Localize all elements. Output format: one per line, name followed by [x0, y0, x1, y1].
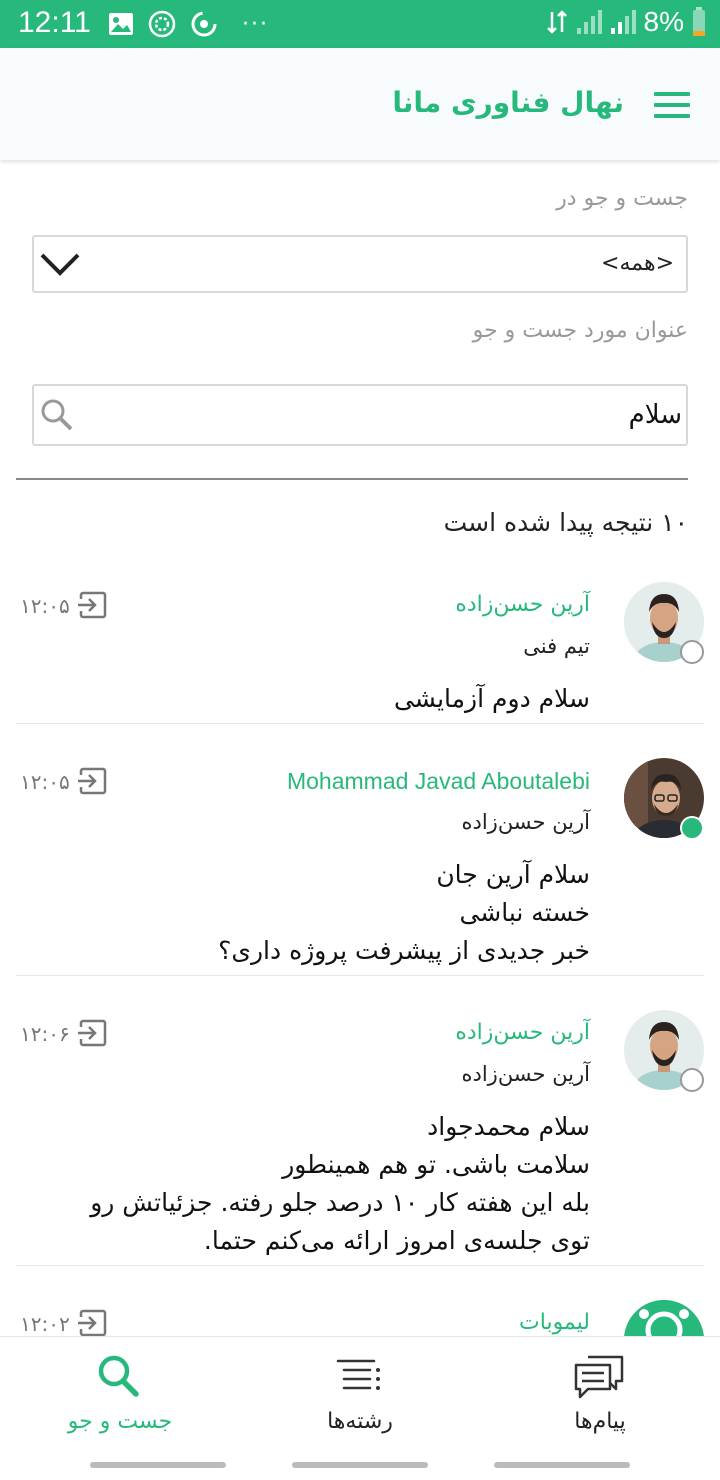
- status-bar: 12:11 ··· 8%: [0, 0, 720, 48]
- scope-select-value: <همه>: [601, 251, 674, 276]
- online-indicator: [680, 816, 704, 840]
- result-message: سلام محمدجواد سلامت باشی. تو هم همینطور …: [90, 1108, 590, 1260]
- divider: [16, 478, 688, 480]
- status-indicator: [680, 1068, 704, 1092]
- nav-threads-label: رشته‌ها: [327, 1409, 393, 1434]
- result-sender: Mohammad Javad Aboutalebi: [286, 768, 590, 794]
- battery-icon: [693, 7, 705, 36]
- result-sender: آرین حسن‌زاده: [455, 1020, 590, 1045]
- chevron-down-icon: [40, 253, 80, 276]
- result-subtitle: آرین حسن‌زاده: [461, 1062, 590, 1086]
- message-line: سلام محمدجواد: [427, 1112, 590, 1141]
- signal-icon-2: [610, 10, 636, 34]
- result-item[interactable]: لیموبات ۱۲:۰۲: [16, 1290, 704, 1336]
- image-icon: [109, 13, 133, 35]
- message-line: سلامت باشی. تو هم همینطور: [282, 1150, 590, 1179]
- sync-icon: [191, 11, 217, 37]
- go-to-message-icon[interactable]: [78, 1308, 108, 1336]
- data-arrows-icon: [546, 10, 567, 34]
- notification-icons: ···: [108, 10, 269, 38]
- bottom-navigation: جست و جو رشته‌ها پیام‌ها: [0, 1336, 720, 1450]
- nav-search[interactable]: جست و جو: [0, 1337, 240, 1451]
- search-input[interactable]: سلام: [32, 384, 688, 446]
- go-to-message-icon[interactable]: [78, 1018, 108, 1048]
- battery-percent: 8%: [643, 6, 684, 37]
- nav-threads[interactable]: رشته‌ها: [240, 1337, 480, 1451]
- result-item[interactable]: آرین حسن‌زاده آرین حسن‌زاده سلام محمدجوا…: [16, 1000, 704, 1266]
- signal-icon: [576, 10, 602, 34]
- nav-messages-label: پیام‌ها: [574, 1409, 626, 1434]
- app-bar: نهال فناوری مانا: [0, 48, 720, 160]
- result-sender: لیموبات: [519, 1310, 590, 1335]
- system-nav-handle[interactable]: [292, 1462, 428, 1468]
- message-line: سلام آرین جان: [436, 860, 590, 889]
- nav-search-label: جست و جو: [67, 1409, 173, 1434]
- status-time: 12:11: [18, 6, 91, 39]
- query-label: عنوان مورد جست و جو: [472, 318, 688, 343]
- result-count: ۱۰ نتیجه پیدا شده است: [443, 508, 688, 537]
- app-badge-icon: [148, 10, 176, 38]
- message-line: بله این هفته کار ۱۰ درصد جلو رفته. جزئیا…: [90, 1188, 590, 1217]
- message-line: توی جلسه‌ی امروز ارائه می‌کنم حتما.: [203, 1226, 590, 1255]
- result-subtitle: تیم فنی: [523, 634, 590, 658]
- result-sender: آرین حسن‌زاده: [455, 592, 590, 617]
- message-line: خبر جدیدی از پیشرفت پروژه داری؟: [218, 936, 590, 965]
- search-icon: [98, 1355, 139, 1397]
- search-icon[interactable]: [40, 398, 74, 432]
- hamburger-menu-icon[interactable]: [654, 92, 690, 118]
- system-nav-handle[interactable]: [494, 1462, 630, 1468]
- bot-avatar: [624, 1300, 704, 1336]
- result-time: ۱۲:۰۵: [20, 594, 70, 618]
- messages-icon: [574, 1355, 624, 1399]
- status-right: 8%: [546, 6, 706, 38]
- threads-icon: [336, 1359, 380, 1390]
- go-to-message-icon[interactable]: [78, 590, 108, 620]
- status-indicator: [680, 640, 704, 664]
- message-line: خسته نباشی: [459, 898, 590, 927]
- system-nav-handle[interactable]: [90, 1462, 226, 1468]
- scope-select[interactable]: <همه>: [32, 235, 688, 293]
- go-to-message-icon[interactable]: [78, 766, 108, 796]
- more-notifications-icon: ···: [242, 11, 269, 37]
- scope-label: جست و جو در: [556, 186, 688, 211]
- nav-messages[interactable]: پیام‌ها: [480, 1337, 720, 1451]
- result-message: سلام دوم آزمایشی: [394, 680, 590, 718]
- result-message: سلام آرین جان خسته نباشی خبر جدیدی از پی…: [218, 856, 590, 970]
- result-time: ۱۲:۰۵: [20, 770, 70, 794]
- result-item[interactable]: آرین حسن‌زاده تیم فنی سلام دوم آزمایشی ۱…: [16, 572, 704, 724]
- result-item[interactable]: Mohammad Javad Aboutalebi آرین حسن‌زاده …: [16, 748, 704, 976]
- system-nav-bar: [0, 1450, 720, 1480]
- result-time: ۱۲:۰۶: [20, 1022, 70, 1046]
- app-title: نهال فناوری مانا: [392, 86, 624, 119]
- result-time: ۱۲:۰۲: [20, 1312, 70, 1336]
- result-subtitle: آرین حسن‌زاده: [461, 810, 590, 834]
- message-line: سلام دوم آزمایشی: [393, 684, 590, 713]
- search-input-value: سلام: [628, 400, 682, 430]
